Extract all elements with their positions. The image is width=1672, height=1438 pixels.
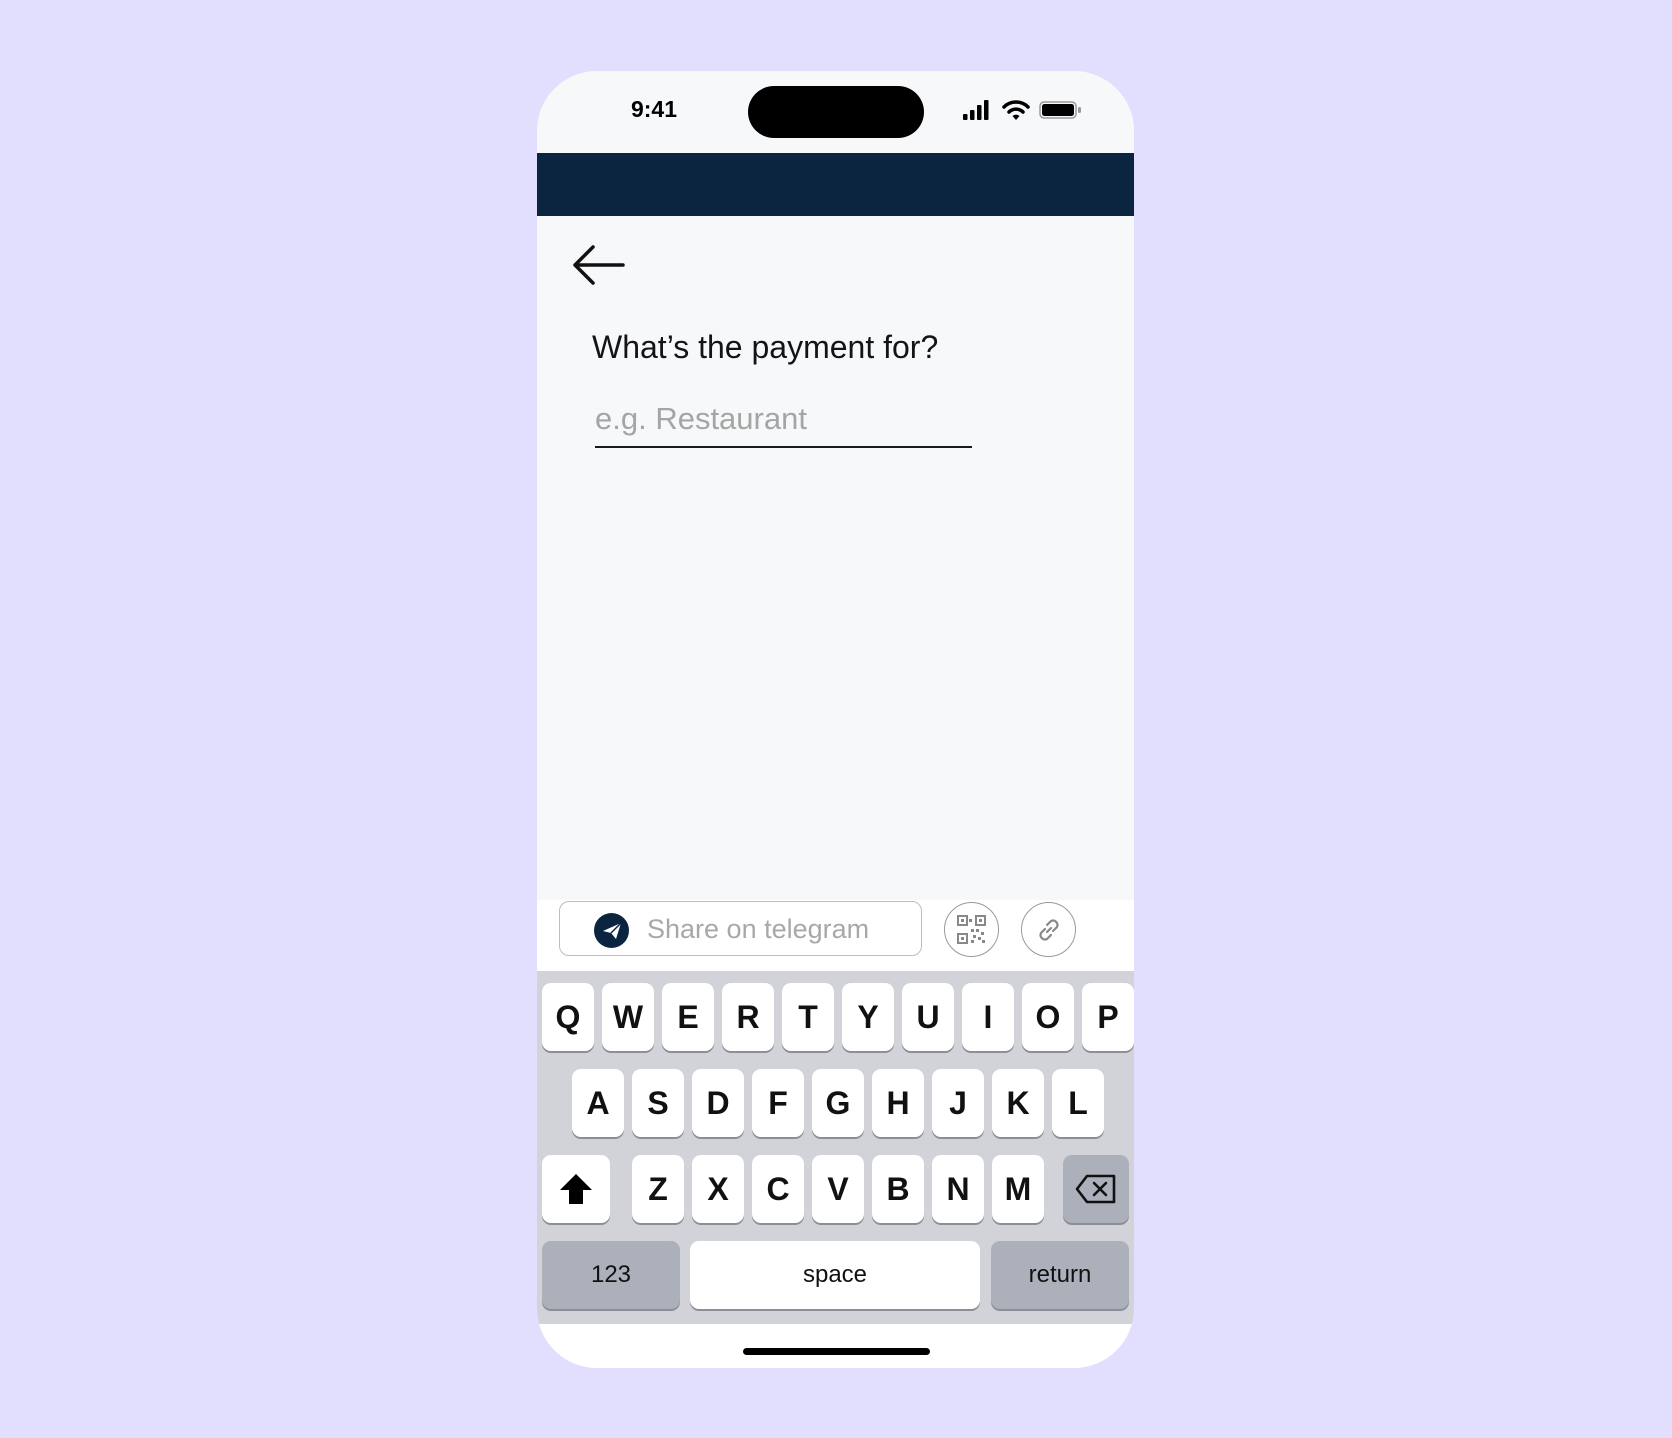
payment-question: What’s the payment for? [592,329,939,365]
key-t[interactable]: T [782,983,834,1051]
key-h[interactable]: H [872,1069,924,1137]
space-key[interactable]: space [690,1241,980,1309]
copy-link-button[interactable] [1021,902,1076,957]
home-area [537,1324,1134,1368]
key-l[interactable]: L [1052,1069,1104,1137]
key-k[interactable]: K [992,1069,1044,1137]
key-z[interactable]: Z [632,1155,684,1223]
dynamic-island [748,86,924,138]
key-o[interactable]: O [1022,983,1074,1051]
numbers-key[interactable]: 123 [542,1241,680,1309]
back-button[interactable] [571,241,627,289]
key-j[interactable]: J [932,1069,984,1137]
share-telegram-button[interactable]: Share on telegram [559,901,922,956]
key-r[interactable]: R [722,983,774,1051]
key-v[interactable]: V [812,1155,864,1223]
cellular-signal-icon [963,100,989,120]
key-e[interactable]: E [662,983,714,1051]
key-p[interactable]: P [1082,983,1134,1051]
return-key[interactable]: return [991,1241,1129,1309]
battery-icon [1039,101,1081,119]
share-telegram-label: Share on telegram [647,914,870,944]
app-header [537,153,1134,216]
key-f[interactable]: F [752,1069,804,1137]
arrow-left-icon [573,245,625,285]
qr-code-icon [957,915,986,944]
key-c[interactable]: C [752,1155,804,1223]
key-w[interactable]: W [602,983,654,1051]
key-d[interactable]: D [692,1069,744,1137]
key-q[interactable]: Q [542,983,594,1051]
key-i[interactable]: I [962,983,1014,1051]
key-y[interactable]: Y [842,983,894,1051]
status-time: 9:41 [630,96,678,122]
home-indicator[interactable] [743,1348,930,1355]
status-bar: 9:41 [537,71,1134,153]
phone-frame: 9:41 What’s the payment for? e.g. Restau… [537,71,1134,1368]
key-s[interactable]: S [632,1069,684,1137]
payment-description-input[interactable] [595,396,972,448]
keyboard: Q W E R T Y U I O P A S D F G H J K L Z … [537,971,1134,1324]
key-n[interactable]: N [932,1155,984,1223]
backspace-icon [1075,1174,1116,1204]
key-u[interactable]: U [902,983,954,1051]
link-icon [1039,919,1059,941]
key-m[interactable]: M [992,1155,1044,1223]
key-g[interactable]: G [812,1069,864,1137]
wifi-icon [1002,100,1030,120]
qr-code-button[interactable] [944,902,999,957]
shift-arrow-icon [560,1174,592,1204]
delete-key[interactable] [1063,1155,1129,1223]
status-icons [962,99,1082,123]
key-a[interactable]: A [572,1069,624,1137]
telegram-icon [594,913,629,948]
key-x[interactable]: X [692,1155,744,1223]
key-b[interactable]: B [872,1155,924,1223]
shift-key[interactable] [542,1155,610,1223]
